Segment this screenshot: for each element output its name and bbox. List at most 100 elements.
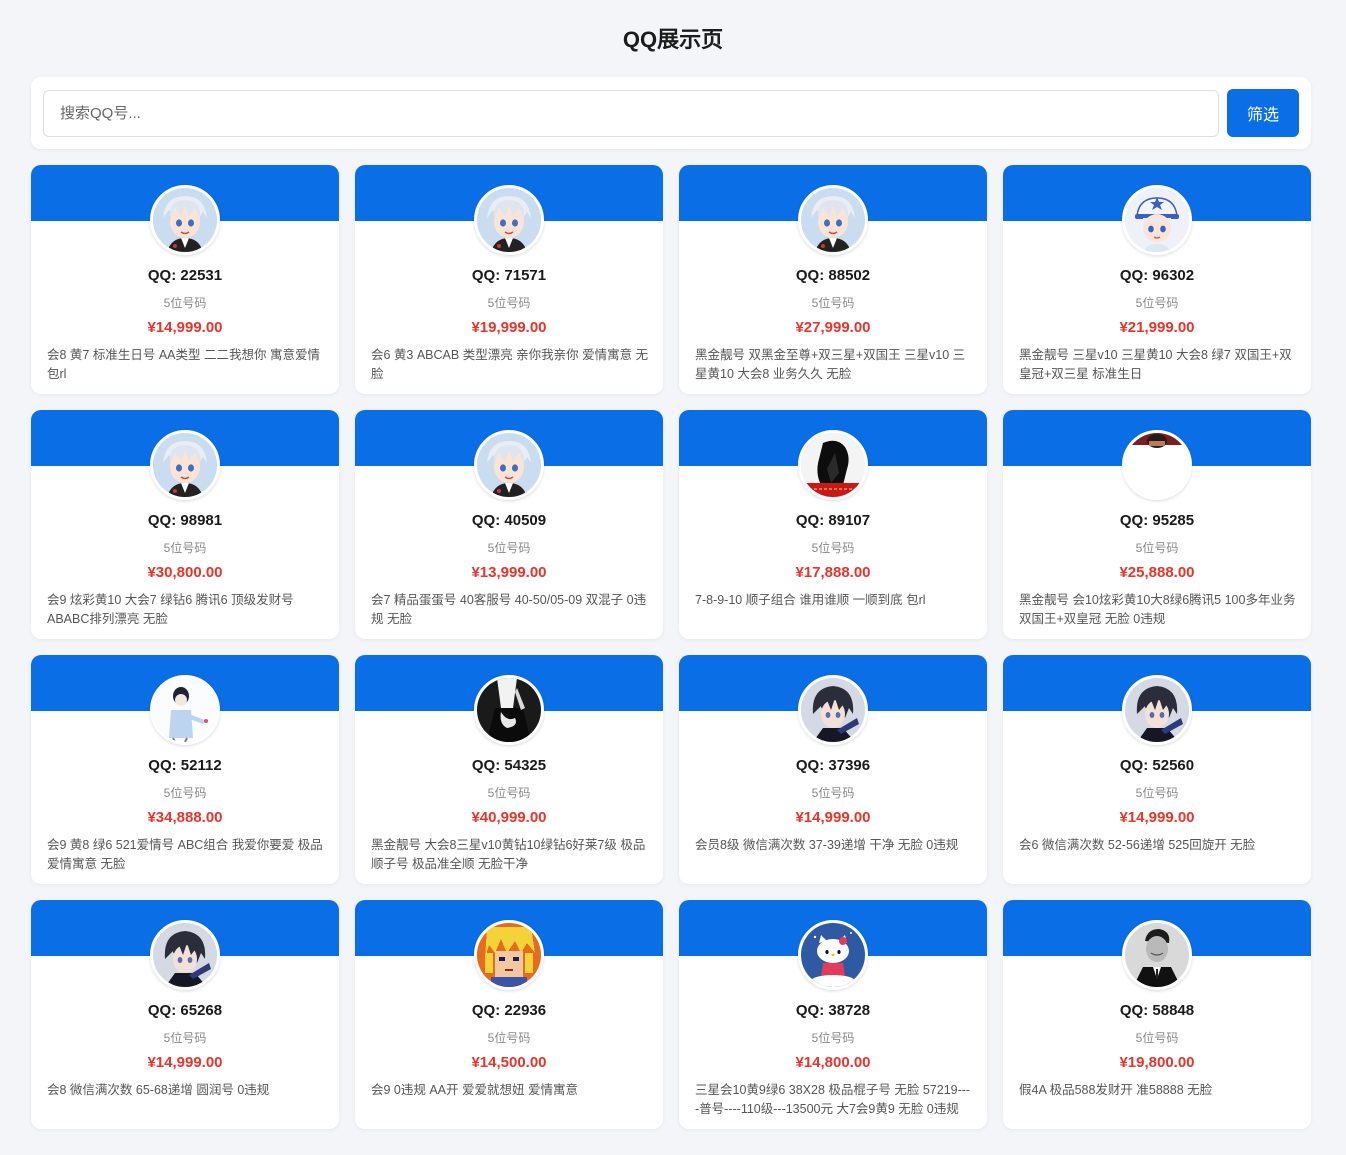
account-grid: QQ: 22531 5位号码 ¥14,999.00 会8 黄7 标准生日号 AA类型 …: [31, 165, 1311, 1129]
qq-number: QQ: 22531: [147, 267, 223, 284]
description: 黑金靓号 大会8三星v10黄钻10绿钻6好莱7级 极品顺子号 极品准全顺 无脸干…: [371, 838, 646, 871]
price: ¥34,888.00: [147, 809, 223, 826]
price: ¥14,999.00: [147, 319, 223, 336]
digit-count: 5位号码: [487, 1031, 531, 1045]
digit-count: 5位号码: [487, 541, 531, 555]
search-input[interactable]: [43, 90, 1219, 137]
avatar: [474, 920, 544, 990]
qq-card[interactable]: QQ: 52112 5位号码 ¥34,888.00 会9 黄8 绿6 521爱情号 A…: [31, 655, 339, 884]
avatar: [150, 920, 220, 990]
price: ¥25,888.00: [1119, 564, 1195, 581]
description: 会6 黄3 ABCAB 类型漂亮 亲你我亲你 爱情寓意 无脸: [371, 348, 649, 381]
avatar: [474, 430, 544, 500]
qq-card[interactable]: QQ: 98981 5位号码 ¥30,800.00 会9 炫彩黄10 大会7 绿钻6 …: [31, 410, 339, 639]
digit-count: 5位号码: [487, 296, 531, 310]
avatar: [798, 185, 868, 255]
avatar: [150, 675, 220, 745]
qq-number: QQ: 88502: [795, 267, 871, 284]
qq-number: QQ: 65268: [147, 1002, 223, 1019]
qq-card[interactable]: QQ: 88502 5位号码 ¥27,999.00 黑金靓号 双黑金至尊+双三星+双国…: [679, 165, 987, 394]
qq-number: QQ: 89107: [795, 512, 871, 529]
digit-count: 5位号码: [487, 786, 531, 800]
digit-count: 5位号码: [1135, 296, 1179, 310]
price: ¥14,500.00: [471, 1054, 547, 1071]
avatar: [798, 430, 868, 500]
qq-number: QQ: 71571: [471, 267, 547, 284]
description: 会8 微信满次数 65-68递增 圆润号 0违规: [47, 1083, 270, 1097]
price: ¥14,999.00: [147, 1054, 223, 1071]
price: ¥13,999.00: [471, 564, 547, 581]
page-title: QQ展示页: [622, 27, 724, 52]
description: 会9 0违规 AA开 爱爱就想妞 爱情寓意: [371, 1083, 578, 1097]
qq-card[interactable]: QQ: 22531 5位号码 ¥14,999.00 会8 黄7 标准生日号 AA类型 …: [31, 165, 339, 394]
price: ¥14,999.00: [795, 809, 871, 826]
qq-number: QQ: 37396: [795, 757, 871, 774]
description: 黑金靓号 双黑金至尊+双三星+双国王 三星v10 三星黄10 大会8 业务久久 …: [695, 348, 966, 381]
digit-count: 5位号码: [1135, 786, 1179, 800]
description: 会7 精品蛋蛋号 40客服号 40-50/05-09 双混子 0违规 无脸: [371, 593, 647, 626]
description: 会员8级 微信满次数 37-39递增 干净 无脸 0违规: [695, 838, 959, 852]
price: ¥17,888.00: [795, 564, 871, 581]
search-panel: 筛选: [31, 77, 1311, 149]
qq-card[interactable]: QQ: 95285 5位号码 ¥25,888.00 黑金靓号 会10炫彩黄10大8绿6…: [1003, 410, 1311, 639]
qq-card[interactable]: QQ: 52560 5位号码 ¥14,999.00 会6 微信满次数 52-56递增 …: [1003, 655, 1311, 884]
digit-count: 5位号码: [811, 1031, 855, 1045]
description: 会8 黄7 标准生日号 AA类型 二二我想你 寓意爱情 包rl: [47, 348, 320, 381]
avatar: [1122, 920, 1192, 990]
qq-card[interactable]: QQ: 58848 5位号码 ¥19,800.00 假4A 极品588发财开 准588…: [1003, 900, 1311, 1129]
qq-number: QQ: 52560: [1119, 757, 1195, 774]
price: ¥40,999.00: [471, 809, 547, 826]
qq-card[interactable]: QQ: 54325 5位号码 ¥40,999.00 黑金靓号 大会8三星v10黄钻10…: [355, 655, 663, 884]
qq-number: QQ: 96302: [1119, 267, 1195, 284]
digit-count: 5位号码: [163, 296, 207, 310]
avatar: [1122, 430, 1192, 500]
qq-number: QQ: 98981: [147, 512, 223, 529]
avatar: [474, 185, 544, 255]
price: ¥14,999.00: [1119, 809, 1195, 826]
digit-count: 5位号码: [163, 541, 207, 555]
qq-card[interactable]: QQ: 96302 5位号码 ¥21,999.00 黑金靓号 三星v10 三星黄10 …: [1003, 165, 1311, 394]
description: 三星会10黄9绿6 38X28 极品棍子号 无脸 57219----普号----…: [695, 1083, 971, 1116]
qq-card[interactable]: QQ: 89107 5位号码 ¥17,888.00 7-8-9-10 顺子组合 谁用谁…: [679, 410, 987, 639]
qq-number: QQ: 38728: [795, 1002, 871, 1019]
qq-number: QQ: 22936: [471, 1002, 547, 1019]
digit-count: 5位号码: [811, 541, 855, 555]
price: ¥27,999.00: [795, 319, 871, 336]
digit-count: 5位号码: [163, 786, 207, 800]
avatar: [474, 675, 544, 745]
qq-card[interactable]: QQ: 38728 5位号码 ¥14,800.00 三星会10黄9绿6 38X28 极…: [679, 900, 987, 1129]
price: ¥14,800.00: [795, 1054, 871, 1071]
description: 黑金靓号 会10炫彩黄10大8绿6腾讯5 100多年业务 双国王+双皇冠 无脸 …: [1019, 593, 1296, 626]
qq-number: QQ: 95285: [1119, 512, 1195, 529]
avatar: [150, 185, 220, 255]
qq-number: QQ: 54325: [471, 757, 547, 774]
qq-number: QQ: 52112: [148, 757, 222, 774]
avatar: [150, 430, 220, 500]
qq-card[interactable]: QQ: 40509 5位号码 ¥13,999.00 会7 精品蛋蛋号 40客服号 40…: [355, 410, 663, 639]
qq-card[interactable]: QQ: 37396 5位号码 ¥14,999.00 会员8级 微信满次数 37-39递…: [679, 655, 987, 884]
description: 假4A 极品588发财开 准58888 无脸: [1019, 1083, 1213, 1097]
qq-card[interactable]: QQ: 65268 5位号码 ¥14,999.00 会8 微信满次数 65-68递增 …: [31, 900, 339, 1129]
filter-button[interactable]: 筛选: [1227, 89, 1299, 137]
avatar: [798, 920, 868, 990]
price: ¥19,800.00: [1119, 1054, 1195, 1071]
price: ¥30,800.00: [147, 564, 223, 581]
qq-number: QQ: 40509: [471, 512, 547, 529]
avatar: [1122, 675, 1192, 745]
avatar: [1122, 185, 1192, 255]
avatar: [798, 675, 868, 745]
qq-card[interactable]: QQ: 71571 5位号码 ¥19,999.00 会6 黄3 ABCAB 类型漂亮 …: [355, 165, 663, 394]
description: 会6 微信满次数 52-56递增 525回旋开 无脸: [1019, 838, 1256, 852]
description: 黑金靓号 三星v10 三星黄10 大会8 绿7 双国王+双皇冠+双三星 标准生日: [1019, 348, 1292, 381]
qq-number: QQ: 58848: [1119, 1002, 1195, 1019]
digit-count: 5位号码: [163, 1031, 207, 1045]
digit-count: 5位号码: [1135, 541, 1179, 555]
price: ¥19,999.00: [471, 319, 547, 336]
digit-count: 5位号码: [1135, 1031, 1179, 1045]
digit-count: 5位号码: [811, 786, 855, 800]
digit-count: 5位号码: [811, 296, 855, 310]
qq-card[interactable]: QQ: 22936 5位号码 ¥14,500.00 会9 0违规 AA开 爱爱就想妞 …: [355, 900, 663, 1129]
description: 会9 炫彩黄10 大会7 绿钻6 腾讯6 顶级发财号 ABABC排列漂亮 无脸: [47, 593, 294, 626]
description: 7-8-9-10 顺子组合 谁用谁顺 一顺到底 包rl: [695, 593, 926, 607]
description: 会9 黄8 绿6 521爱情号 ABC组合 我爱你要爱 极品爱情寓意 无脸: [47, 838, 323, 871]
